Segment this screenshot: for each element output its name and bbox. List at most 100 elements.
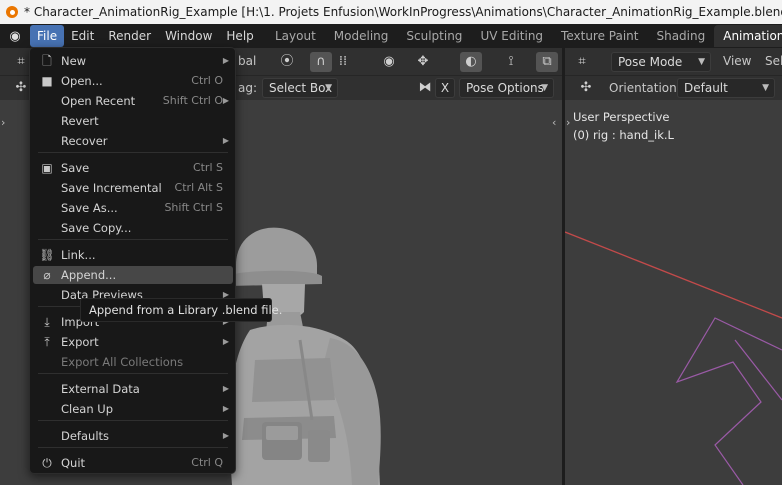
submenu-arrow-icon: ▶ xyxy=(222,384,229,393)
blender-logo-icon xyxy=(6,6,18,18)
select-box-value: Select Box xyxy=(269,81,333,95)
menu-item-shortcut: Ctrl O xyxy=(191,74,223,87)
viewport-grid-overlay xyxy=(565,231,782,485)
menu-item-label: External Data xyxy=(61,382,140,396)
orientation-partial: bal xyxy=(238,54,257,68)
orientation-label: Orientation: xyxy=(609,81,681,95)
file-menu-item-save[interactable]: ▣ Save Ctrl S xyxy=(33,159,233,177)
blender-menu-icon[interactable]: ◉ xyxy=(0,29,30,44)
menu-item-label: Append... xyxy=(61,268,117,282)
right-tool-settings: ✣ Orientation: Default ▼ xyxy=(565,76,782,100)
x-mirror-toggle[interactable]: X xyxy=(435,78,455,98)
tab-uv-editing[interactable]: UV Editing xyxy=(471,25,552,47)
menu-item-label: Save Incremental xyxy=(61,181,162,195)
menu-item-label: Save As... xyxy=(61,201,118,215)
submenu-arrow-icon: ▶ xyxy=(222,96,229,105)
bone-overlay-icon[interactable]: ⟟ xyxy=(500,52,522,72)
right-viewport-header: ⌗ Pose Mode ▼ View Sele xyxy=(565,48,782,76)
overlays-icon[interactable]: ◐ xyxy=(460,52,482,72)
top-menu-bar: ◉ File Edit Render Window Help Layout Mo… xyxy=(0,24,782,48)
menu-file[interactable]: File xyxy=(30,25,65,47)
menu-item-label: Export xyxy=(61,335,99,349)
menu-separator xyxy=(38,152,228,153)
right-3d-viewport[interactable]: User Perspective (0) rig : hand_ik.L › xyxy=(565,100,782,485)
file-menu-item-quit[interactable]: ⏻ Quit Ctrl Q xyxy=(33,454,233,472)
tab-animation[interactable]: Animation xyxy=(714,25,782,47)
chevron-down-icon: ▼ xyxy=(541,83,548,93)
menu-item-shortcut: Ctrl Alt S xyxy=(174,181,223,194)
snap-grid-icon[interactable]: ⁞⁞ xyxy=(332,52,354,72)
menu-separator xyxy=(38,239,228,240)
chevron-down-icon: ▼ xyxy=(762,83,769,93)
snap-toggle-icon[interactable]: ∩ xyxy=(310,52,332,72)
append-tooltip: Append from a Library .blend file. xyxy=(80,298,282,322)
menu-item-label: Export All Collections xyxy=(61,355,184,369)
menu-item-label: Recover xyxy=(61,134,108,148)
chevron-down-icon: ▼ xyxy=(325,83,332,93)
file-menu-item-open[interactable]: ■ Open... Ctrl O xyxy=(33,72,233,90)
export-icon: ⤒ xyxy=(44,335,50,349)
menu-window[interactable]: Window xyxy=(158,25,219,47)
menu-separator xyxy=(38,420,228,421)
view-menu[interactable]: View xyxy=(723,54,751,68)
menu-render[interactable]: Render xyxy=(101,25,158,47)
submenu-arrow-icon: ▶ xyxy=(222,431,229,440)
link-icon: ⛓ xyxy=(39,248,55,262)
menu-separator xyxy=(38,447,228,448)
file-menu-item-external-data[interactable]: External Data ▶ xyxy=(33,380,233,398)
file-menu-item-open-recent[interactable]: Open Recent Shift Ctrl O ▶ xyxy=(33,92,233,110)
tab-texture-paint[interactable]: Texture Paint xyxy=(552,25,647,47)
menu-item-label: Quit xyxy=(61,456,86,470)
file-menu-item-link[interactable]: ⛓ Link... xyxy=(33,246,233,264)
gizmo-icon[interactable]: ✥ xyxy=(412,52,434,72)
mirror-icon[interactable]: ⧓ xyxy=(414,78,436,98)
import-icon: ⤓ xyxy=(44,315,50,329)
file-menu-item-clean-up[interactable]: Clean Up ▶ xyxy=(33,400,233,418)
file-menu-item-defaults[interactable]: Defaults ▶ xyxy=(33,427,233,445)
file-menu-item-save-incremental[interactable]: Save Incremental Ctrl Alt S xyxy=(33,179,233,197)
select-menu-partial[interactable]: Sele xyxy=(765,54,782,68)
file-menu-item-revert[interactable]: Revert xyxy=(33,112,233,130)
menu-help[interactable]: Help xyxy=(219,25,260,47)
window-titlebar: * Character_AnimationRig_Example [H:\1. … xyxy=(0,0,782,24)
pivot-point-icon[interactable]: ⦿ xyxy=(276,52,298,72)
file-menu-item-save-copy[interactable]: Save Copy... xyxy=(33,219,233,237)
tab-layout[interactable]: Layout xyxy=(266,25,325,47)
select-box-dropdown[interactable]: Select Box ▼ xyxy=(262,78,338,98)
tab-modeling[interactable]: Modeling xyxy=(325,25,398,47)
menu-edit[interactable]: Edit xyxy=(64,25,101,47)
chevron-down-icon: ▼ xyxy=(698,57,705,67)
menu-item-label: New xyxy=(61,54,87,68)
menu-item-shortcut: Shift Ctrl S xyxy=(164,201,223,214)
menu-item-label: Clean Up xyxy=(61,402,114,416)
file-menu-item-new[interactable]: 🗋 New ▶ xyxy=(33,52,233,70)
menu-item-label: Revert xyxy=(61,114,99,128)
menu-item-label: Open Recent xyxy=(61,94,136,108)
file-menu: 🗋 New ▶ ■ Open... Ctrl O Open Recent Shift Ctrl… xyxy=(29,47,236,474)
mode-value: Pose Mode xyxy=(618,55,683,69)
file-menu-item-recover[interactable]: Recover ▶ xyxy=(33,132,233,150)
tab-shading[interactable]: Shading xyxy=(647,25,714,47)
visibility-eye-icon[interactable]: ◉ xyxy=(378,52,400,72)
menu-item-shortcut: Shift Ctrl O xyxy=(162,94,223,107)
orientation-dropdown[interactable]: Default ▼ xyxy=(677,78,775,98)
menu-item-label: Open... xyxy=(61,74,103,88)
move-tool-icon[interactable]: ✣ xyxy=(575,78,597,98)
tab-sculpting[interactable]: Sculpting xyxy=(397,25,471,47)
new-file-icon: 🗋 xyxy=(42,54,52,68)
pose-options-label: Pose Options xyxy=(466,81,544,95)
pose-mode-dropdown[interactable]: Pose Mode ▼ xyxy=(611,52,711,72)
menu-item-label: Save Copy... xyxy=(61,221,132,235)
file-menu-item-export-all-collections: Export All Collections xyxy=(33,353,233,371)
file-menu-item-save-as[interactable]: Save As... Shift Ctrl S xyxy=(33,199,233,217)
xray-icon[interactable]: ⧉ xyxy=(536,52,558,72)
menu-item-shortcut: Ctrl S xyxy=(192,161,223,174)
submenu-arrow-icon: ▶ xyxy=(222,136,229,145)
submenu-arrow-icon: ▶ xyxy=(222,404,229,413)
editor-type-icon[interactable]: ⌗ xyxy=(571,52,593,72)
file-menu-item-export[interactable]: ⤒ Export ▶ xyxy=(33,333,233,351)
pose-options-dropdown[interactable]: Pose Options ▼ xyxy=(459,78,554,98)
folder-icon: ■ xyxy=(41,74,53,88)
file-menu-item-append[interactable]: ⌀ Append... xyxy=(33,266,233,284)
menu-item-label: Save xyxy=(61,161,90,175)
